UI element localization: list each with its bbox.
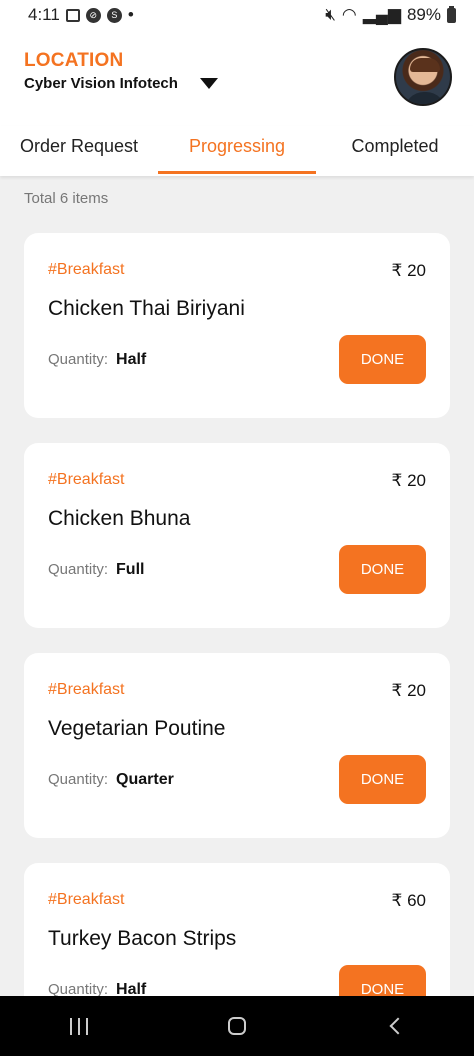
wifi-icon: ◠: [341, 5, 357, 24]
back-button[interactable]: [365, 1006, 425, 1046]
order-price: ₹ 20: [391, 681, 426, 700]
avatar[interactable]: [394, 48, 452, 106]
back-icon: [389, 1017, 407, 1035]
avatar-hair: [410, 58, 440, 72]
gallery-notification-icon: [65, 8, 80, 22]
mute-icon: 🔇︎: [325, 5, 336, 24]
tab-completed[interactable]: Completed: [316, 126, 474, 176]
battery-percent: 89%: [406, 5, 441, 24]
recents-button[interactable]: [49, 1006, 109, 1046]
done-button[interactable]: DONE: [339, 965, 426, 996]
done-button[interactable]: DONE: [339, 545, 426, 594]
order-card: #Breakfast ₹ 20 Chicken Thai Biriyani Qu…: [24, 233, 450, 418]
app-notification-icon: S: [106, 7, 122, 23]
quantity-row: Quantity: Full: [48, 561, 144, 579]
order-item-name: Chicken Bhuna: [48, 507, 191, 530]
order-item-name: Turkey Bacon Strips: [48, 927, 237, 950]
done-button[interactable]: DONE: [339, 755, 426, 804]
order-category-tag: #Breakfast: [48, 681, 125, 698]
app-header: LOCATION Cyber Vision Infotech: [0, 30, 474, 126]
avatar-body: [404, 92, 446, 104]
quantity-row: Quantity: Half: [48, 351, 146, 369]
order-price: ₹ 60: [391, 891, 426, 910]
order-card: #Breakfast ₹ 60 Turkey Bacon Strips Quan…: [24, 863, 450, 996]
quantity-value: Half: [116, 351, 147, 368]
status-bar: 4:11 ⊘ S • 🔇︎ ◠ ▂▄▆ 89%: [0, 0, 474, 30]
order-item-name: Chicken Thai Biriyani: [48, 297, 245, 320]
signal-icon: ▂▄▆: [362, 5, 401, 24]
status-time: 4:11: [28, 5, 60, 24]
order-price: ₹ 20: [391, 261, 426, 280]
order-price: ₹ 20: [391, 471, 426, 490]
order-list[interactable]: #Breakfast ₹ 20 Chicken Thai Biriyani Qu…: [24, 233, 450, 996]
location-selector[interactable]: Cyber Vision Infotech: [24, 75, 218, 92]
quantity-label: Quantity:: [48, 771, 109, 788]
status-right: 🔇︎ ◠ ▂▄▆ 89%: [325, 5, 456, 25]
quantity-value: Half: [116, 981, 147, 996]
quantity-label: Quantity:: [48, 981, 109, 996]
quantity-row: Quantity: Quarter: [48, 771, 174, 789]
order-card: #Breakfast ₹ 20 Vegetarian Poutine Quant…: [24, 653, 450, 838]
order-category-tag: #Breakfast: [48, 471, 125, 488]
home-icon: [228, 1017, 246, 1035]
order-category-tag: #Breakfast: [48, 261, 125, 278]
done-button[interactable]: DONE: [339, 335, 426, 384]
caret-down-icon: [199, 78, 218, 89]
quantity-row: Quantity: Half: [48, 981, 146, 996]
location-label: LOCATION: [24, 50, 124, 71]
tab-order-request[interactable]: Order Request: [0, 126, 158, 176]
order-category-tag: #Breakfast: [48, 891, 125, 908]
system-nav-bar: [0, 996, 474, 1056]
quantity-label: Quantity:: [48, 351, 109, 368]
quantity-label: Quantity:: [48, 561, 109, 578]
more-notifications-dot: •: [127, 5, 134, 24]
recents-icon: [70, 1017, 88, 1035]
order-card: #Breakfast ₹ 20 Chicken Bhuna Quantity: …: [24, 443, 450, 628]
location-name: Cyber Vision Infotech: [24, 75, 178, 92]
tab-bar: Order Request Progressing Completed: [0, 126, 474, 176]
home-button[interactable]: [207, 1006, 267, 1046]
quantity-value: Quarter: [116, 771, 174, 788]
battery-icon: [447, 5, 456, 23]
order-item-name: Vegetarian Poutine: [48, 717, 226, 740]
status-left: 4:11 ⊘ S •: [28, 5, 134, 25]
tab-progressing[interactable]: Progressing: [158, 126, 316, 176]
blocked-notification-icon: ⊘: [85, 7, 101, 23]
total-items-count: Total 6 items: [24, 190, 109, 207]
quantity-value: Full: [116, 561, 145, 578]
